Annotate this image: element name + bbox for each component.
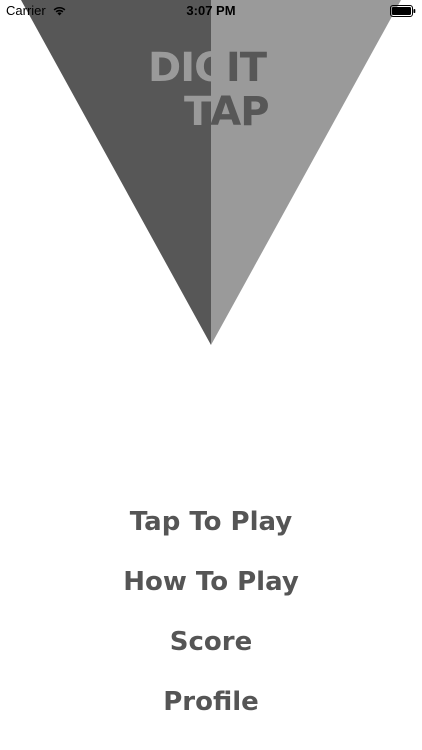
tap-to-play-button[interactable]: Tap To Play — [0, 492, 422, 552]
score-button[interactable]: Score — [0, 612, 422, 672]
logo-title-line1: DIGIT — [148, 45, 267, 91]
logo-title-line2: TAP — [184, 89, 270, 135]
logo-title-line1-left: DIG — [148, 45, 227, 91]
status-bar: Carrier 3:07 PM — [0, 0, 422, 22]
profile-button[interactable]: Profile — [0, 672, 422, 732]
logo-hero: DIGIT TAP — [0, 0, 422, 360]
main-menu: Tap To Play How To Play Score Profile — [0, 492, 422, 732]
logo-title-line2-right: AP — [210, 89, 269, 135]
logo-title-line1-right: IT — [225, 45, 267, 91]
how-to-play-button[interactable]: How To Play — [0, 552, 422, 612]
status-time: 3:07 PM — [186, 3, 236, 18]
battery-icon — [390, 5, 416, 17]
logo-title-line2-left: T — [184, 89, 211, 135]
